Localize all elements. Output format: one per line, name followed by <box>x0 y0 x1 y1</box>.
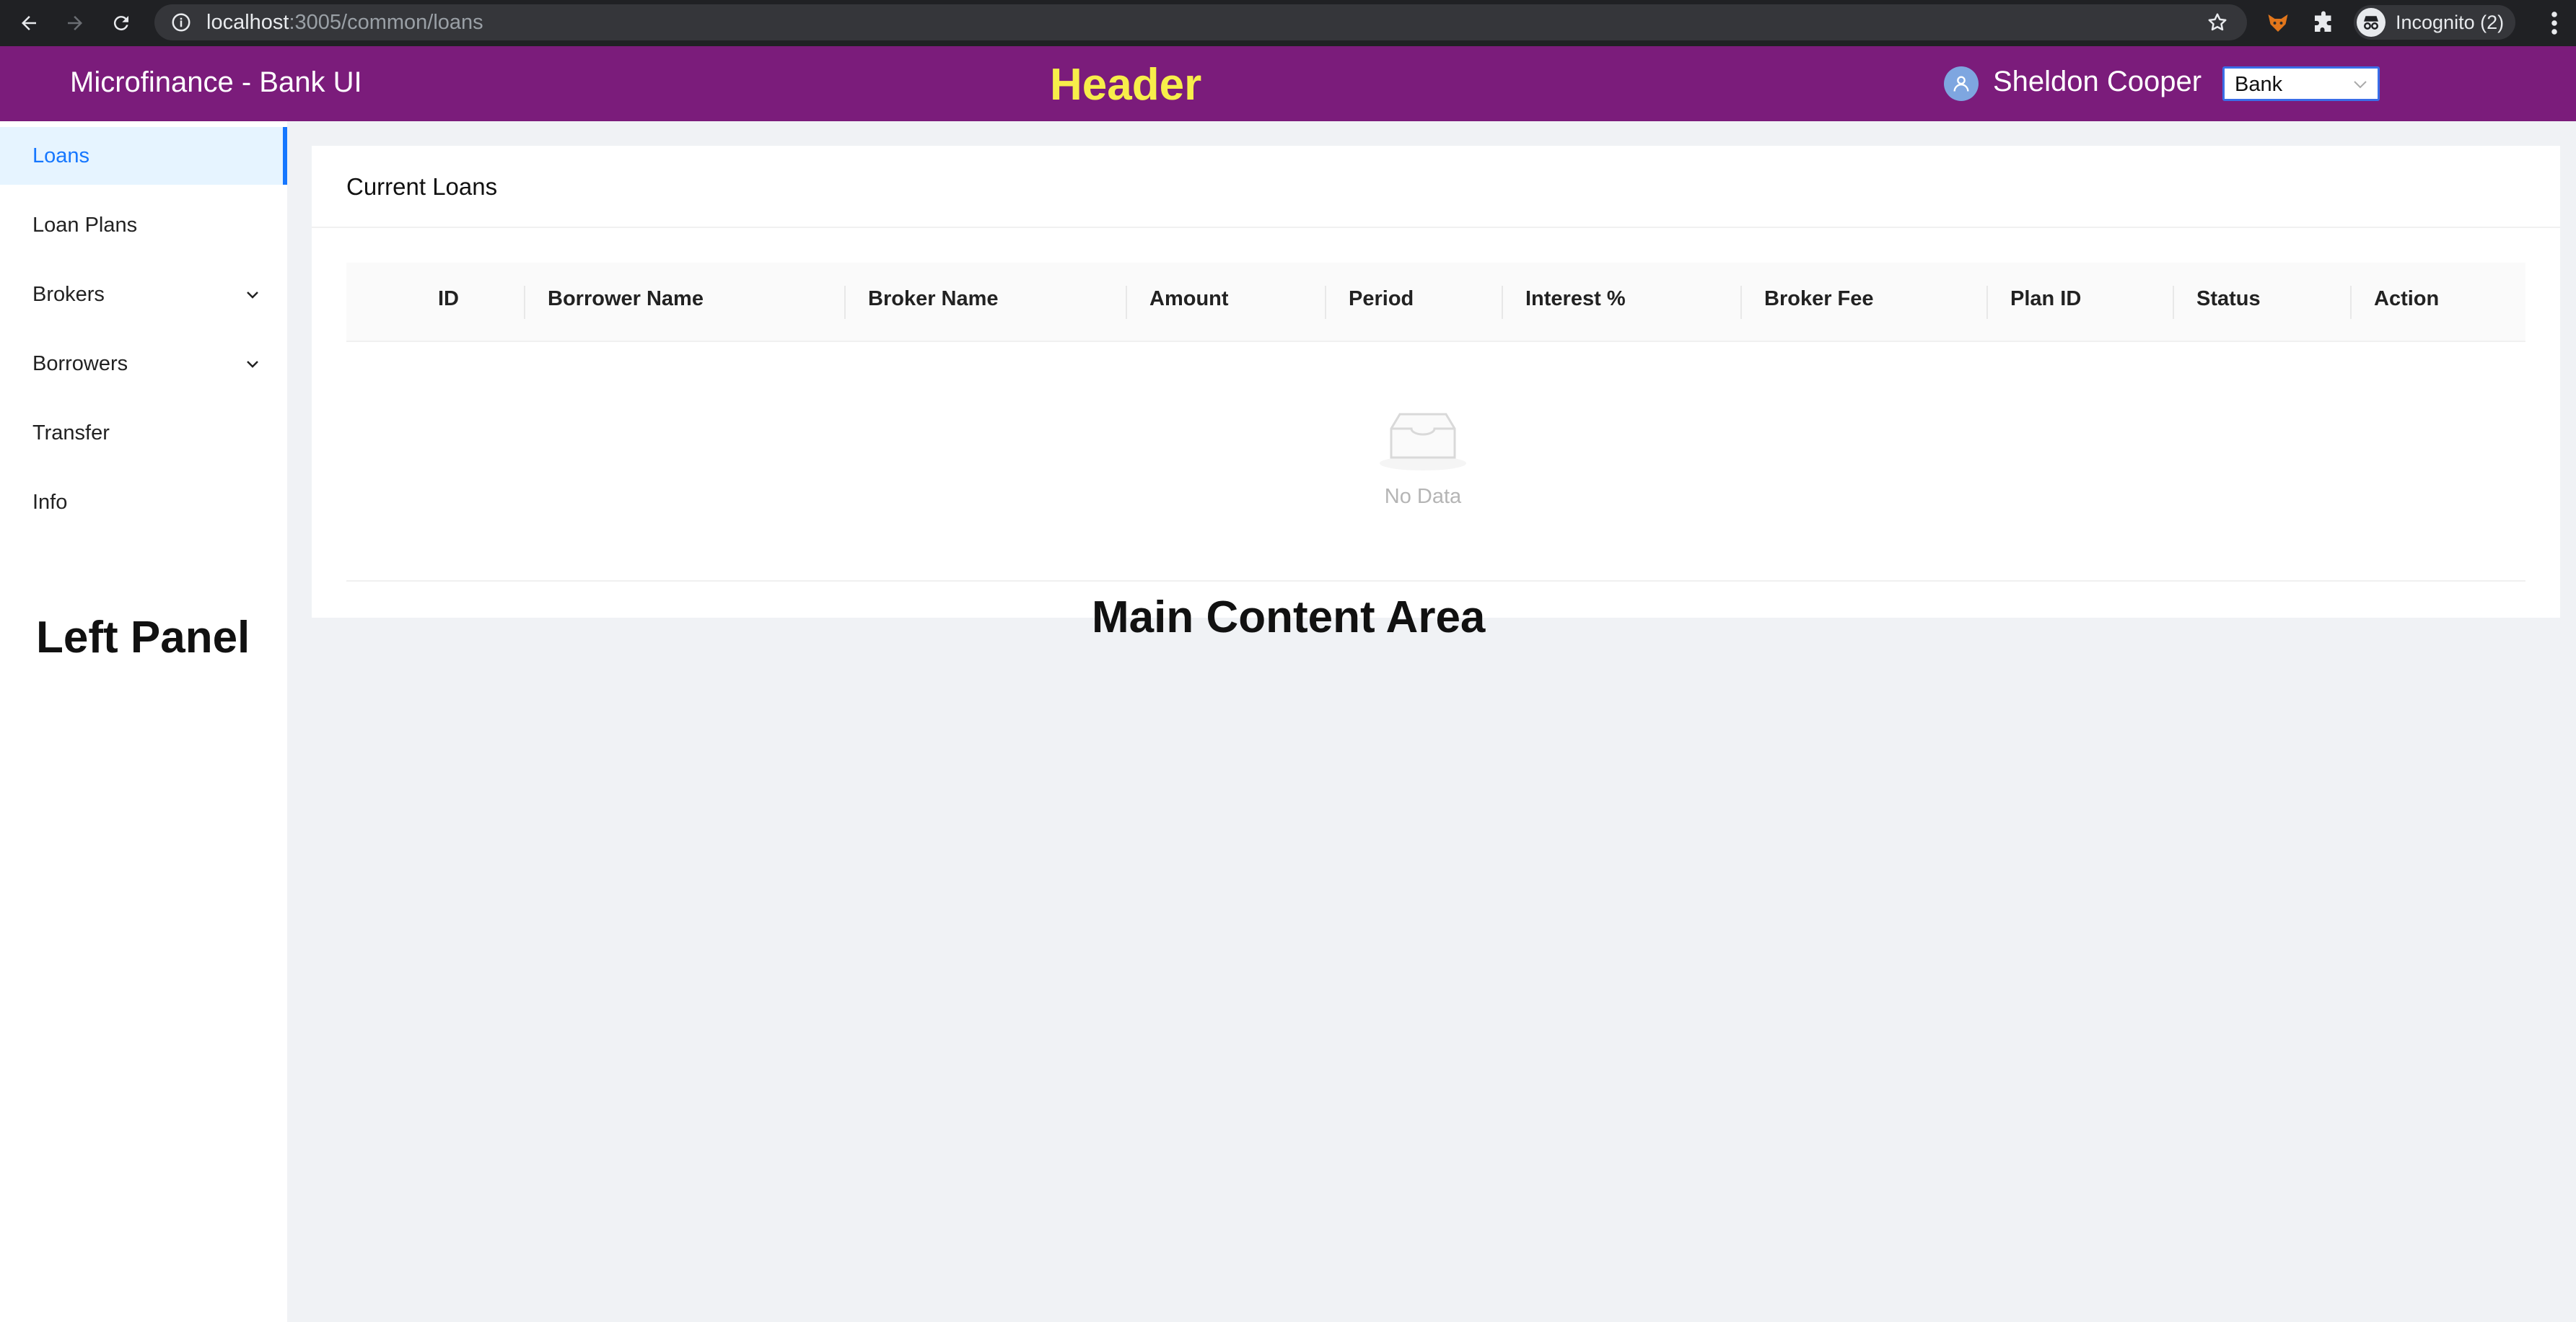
sidebar-item-transfer[interactable]: Transfer <box>0 404 287 462</box>
sidebar-item-label: Loans <box>32 144 90 167</box>
column-separator <box>524 286 525 319</box>
arrow-left-icon <box>22 16 36 30</box>
forward-button[interactable] <box>59 7 91 39</box>
sidebar-item-loans[interactable]: Loans <box>0 127 287 185</box>
column-header-status[interactable]: Status <box>2196 287 2261 311</box>
sidebar-item-label: Transfer <box>32 421 110 445</box>
sidebar-item-loan-plans[interactable]: Loan Plans <box>0 196 287 254</box>
header-overlay-label: Header <box>1050 60 1202 110</box>
current-loans-card: Current Loans ID Borrower Name Broker Na… <box>312 146 2560 618</box>
column-header-borrower-name[interactable]: Borrower Name <box>548 287 704 311</box>
more-menu-icon[interactable] <box>2546 10 2563 36</box>
column-separator <box>1740 286 1742 319</box>
left-panel: Loans Loan Plans Brokers Borrowers Trans… <box>0 121 287 1322</box>
column-header-broker-fee[interactable]: Broker Fee <box>1764 287 1874 311</box>
browser-toolbar: localhost:3005/common/loans Incognito (2… <box>0 0 2576 46</box>
sidebar-item-label: Borrowers <box>32 351 128 375</box>
column-separator <box>1986 286 1988 319</box>
column-separator <box>2173 286 2174 319</box>
column-header-action[interactable]: Action <box>2374 287 2439 311</box>
app-title: Microfinance - Bank UI <box>70 66 362 98</box>
divider <box>312 227 2560 228</box>
column-separator <box>2350 286 2352 319</box>
column-separator <box>1126 286 1127 319</box>
incognito-icon <box>2357 8 2386 37</box>
left-panel-overlay-label: Left Panel <box>36 613 250 662</box>
user-avatar[interactable] <box>1944 66 1979 101</box>
puzzle-extensions-icon[interactable] <box>2310 10 2336 36</box>
bookmark-star-icon[interactable] <box>2207 12 2228 33</box>
back-button[interactable] <box>13 7 45 39</box>
sidebar-item-label: Brokers <box>32 282 105 306</box>
url-text[interactable]: localhost:3005/common/loans <box>206 11 483 35</box>
column-header-plan-id[interactable]: Plan ID <box>2010 287 2081 311</box>
info-icon[interactable] <box>170 12 192 33</box>
url-path: :3005/common/loans <box>289 10 483 34</box>
table-bottom-border <box>346 580 2525 582</box>
sidebar-item-borrowers[interactable]: Borrowers <box>0 335 287 393</box>
loans-table-header: ID Borrower Name Broker Name Amount Peri… <box>346 263 2525 342</box>
chevron-down-icon <box>247 361 258 368</box>
empty-state-text: No Data <box>1384 485 1462 508</box>
reload-icon <box>113 16 128 31</box>
card-title: Current Loans <box>346 173 498 200</box>
incognito-label: Incognito (2) <box>2396 11 2505 33</box>
column-header-period[interactable]: Period <box>1349 287 1414 311</box>
column-separator <box>1502 286 1503 319</box>
arrow-right-icon <box>68 16 82 30</box>
address-bar[interactable]: localhost:3005/common/loans <box>154 4 2247 40</box>
column-header-broker-name[interactable]: Broker Name <box>868 287 999 311</box>
user-name[interactable]: Sheldon Cooper <box>1993 66 2202 98</box>
fox-extension-icon[interactable] <box>2265 10 2291 36</box>
app-header: Microfinance - Bank UI Header Sheldon Co… <box>0 46 2576 121</box>
reload-button[interactable] <box>105 7 137 39</box>
sidebar-item-label: Info <box>32 490 68 514</box>
chevron-down-icon <box>247 292 258 299</box>
user-icon <box>1953 76 1969 92</box>
incognito-badge[interactable]: Incognito (2) <box>2354 5 2516 40</box>
column-header-interest[interactable]: Interest % <box>1525 287 1626 311</box>
column-header-amount[interactable]: Amount <box>1149 287 1229 311</box>
empty-inbox-icon <box>1380 413 1466 470</box>
sidebar-item-brokers[interactable]: Brokers <box>0 266 287 323</box>
column-header-id[interactable]: ID <box>438 287 459 311</box>
column-separator <box>844 286 846 319</box>
sidebar-item-label: Loan Plans <box>32 213 138 237</box>
role-select-value: Bank <box>2235 73 2283 96</box>
main-content-overlay-label: Main Content Area <box>1092 592 1486 642</box>
chevron-down-icon <box>2354 81 2367 89</box>
role-select[interactable]: Bank <box>2222 66 2380 101</box>
column-separator <box>1325 286 1326 319</box>
url-host: localhost <box>206 10 289 34</box>
sidebar-item-info[interactable]: Info <box>0 473 287 531</box>
